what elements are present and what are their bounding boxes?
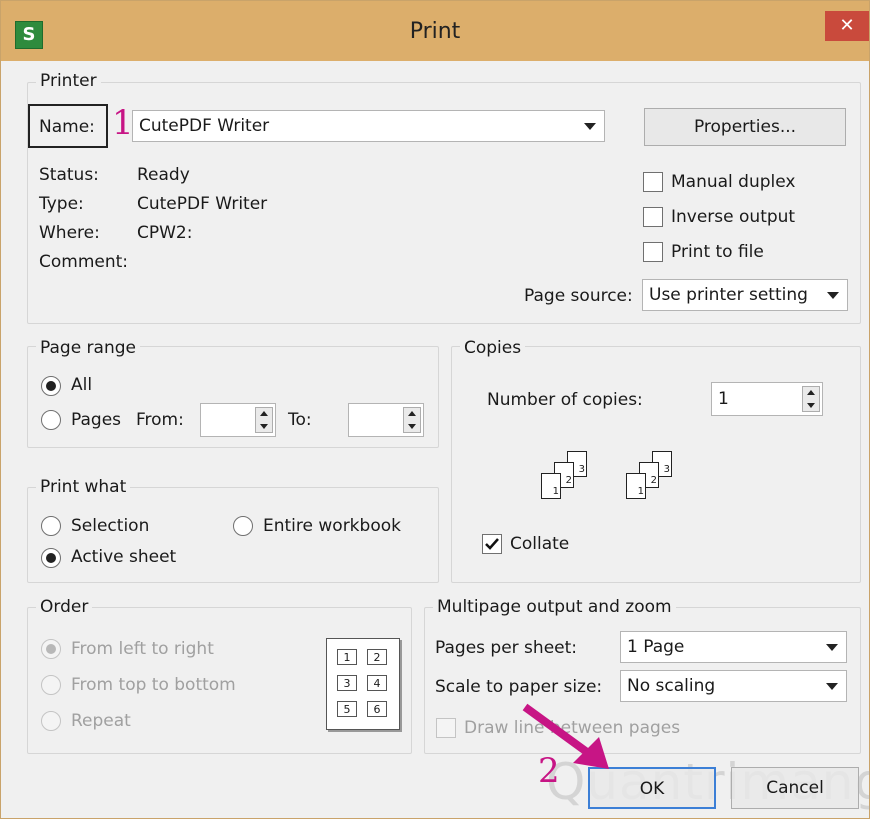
- type-label: Type:: [39, 194, 84, 214]
- stepper-icon[interactable]: [403, 407, 421, 433]
- from-input[interactable]: [200, 403, 276, 437]
- pages-label: Pages: [71, 410, 122, 430]
- printer-legend: Printer: [36, 71, 101, 91]
- to-input[interactable]: [348, 403, 424, 437]
- print-dialog: S Print ✕ Printer Name: 1 CutePDF Writer…: [0, 0, 870, 819]
- chevron-down-icon: [826, 644, 838, 651]
- annotation-one: 1: [112, 103, 134, 143]
- checkmark-icon: [485, 538, 499, 550]
- print-to-file-label: Print to file: [671, 242, 764, 262]
- page-source-select[interactable]: Use printer setting: [642, 279, 848, 311]
- entire-workbook-radio[interactable]: [233, 516, 253, 536]
- copies-legend: Copies: [460, 338, 526, 358]
- status-value: Ready: [137, 165, 190, 185]
- dialog-title: Print: [409, 19, 461, 44]
- top-to-bottom-radio[interactable]: [41, 675, 61, 695]
- where-value: CPW2:: [137, 223, 193, 243]
- status-label: Status:: [39, 165, 99, 185]
- left-to-right-label: From left to right: [71, 639, 214, 659]
- order-cell: 1: [337, 649, 357, 665]
- selection-label: Selection: [71, 516, 150, 536]
- printer-name-select[interactable]: CutePDF Writer: [132, 110, 605, 142]
- stack-page-1: 1: [626, 473, 646, 499]
- left-to-right-radio[interactable]: [41, 639, 61, 659]
- all-label: All: [71, 375, 93, 395]
- pages-per-sheet-select[interactable]: 1 Page: [620, 631, 847, 663]
- top-to-bottom-label: From top to bottom: [71, 675, 236, 695]
- page-range-legend: Page range: [36, 338, 140, 358]
- title-bar: S Print ✕: [1, 1, 869, 61]
- close-button[interactable]: ✕: [825, 11, 869, 41]
- number-of-copies-label: Number of copies:: [487, 390, 643, 410]
- all-radio[interactable]: [41, 376, 61, 396]
- order-cell: 6: [367, 701, 387, 717]
- chevron-down-icon: [826, 683, 838, 690]
- order-cell: 3: [337, 675, 357, 691]
- active-sheet-label: Active sheet: [71, 547, 177, 567]
- multipage-legend: Multipage output and zoom: [433, 597, 676, 617]
- scale-value: No scaling: [627, 676, 716, 696]
- stepper-icon[interactable]: [802, 386, 820, 412]
- number-of-copies-value: 1: [718, 389, 729, 409]
- page-order-icon: 1 2 3 4 5 6: [326, 638, 400, 730]
- manual-duplex-label: Manual duplex: [671, 172, 796, 192]
- scale-select[interactable]: No scaling: [620, 670, 847, 702]
- pages-per-sheet-value: 1 Page: [627, 637, 685, 657]
- active-sheet-radio[interactable]: [41, 548, 61, 568]
- page-source-label: Page source:: [524, 286, 633, 306]
- type-value: CutePDF Writer: [137, 194, 268, 214]
- order-legend: Order: [36, 597, 93, 617]
- name-label: Name:: [39, 117, 95, 137]
- from-label: From:: [136, 410, 184, 430]
- print-what-legend: Print what: [36, 477, 131, 497]
- stack-page-1: 1: [541, 473, 561, 499]
- collate-label: Collate: [510, 534, 570, 554]
- manual-duplex-checkbox[interactable]: [643, 172, 663, 192]
- ok-button[interactable]: OK: [588, 767, 716, 809]
- number-of-copies-input[interactable]: 1: [711, 382, 823, 416]
- printer-name-value: CutePDF Writer: [139, 116, 270, 136]
- order-cell: 2: [367, 649, 387, 665]
- order-cell: 4: [367, 675, 387, 691]
- selection-radio[interactable]: [41, 516, 61, 536]
- print-to-file-checkbox[interactable]: [643, 242, 663, 262]
- inverse-output-checkbox[interactable]: [643, 207, 663, 227]
- cancel-button[interactable]: Cancel: [731, 767, 859, 809]
- stepper-icon[interactable]: [255, 407, 273, 433]
- pages-per-sheet-label: Pages per sheet:: [435, 638, 578, 658]
- order-cell: 5: [337, 701, 357, 717]
- inverse-output-label: Inverse output: [671, 207, 796, 227]
- properties-button[interactable]: Properties...: [644, 108, 846, 146]
- to-label: To:: [288, 410, 312, 430]
- pages-radio[interactable]: [41, 410, 61, 430]
- repeat-radio[interactable]: [41, 711, 61, 731]
- chevron-down-icon: [827, 292, 839, 299]
- comment-label: Comment:: [39, 252, 129, 272]
- annotation-arrow-icon: [522, 703, 609, 769]
- repeat-label: Repeat: [71, 711, 131, 731]
- entire-workbook-label: Entire workbook: [263, 516, 401, 536]
- chevron-down-icon: [584, 123, 596, 130]
- draw-line-checkbox[interactable]: [436, 718, 456, 738]
- where-label: Where:: [39, 223, 100, 243]
- collate-checkbox[interactable]: [482, 534, 502, 554]
- scale-label: Scale to paper size:: [435, 677, 603, 697]
- page-source-value: Use printer setting: [649, 285, 808, 305]
